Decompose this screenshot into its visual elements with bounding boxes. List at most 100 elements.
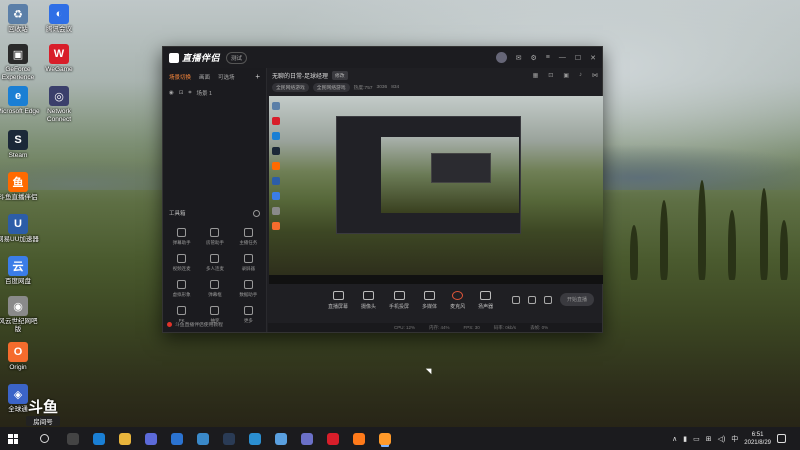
- source-control-button[interactable]: 摄像头: [361, 291, 376, 310]
- desktop-app-icon: ◎: [49, 86, 69, 106]
- live-companion-window[interactable]: 直播伴侣 测试 ✉ ⚙ ≡ — ☐ ✕ 场景切换 画面 可选场 + ◉ ⊡ ⌗ …: [162, 46, 603, 333]
- room-id-value: 3036: [376, 85, 388, 90]
- taskbar-dell-icon[interactable]: [197, 432, 209, 445]
- taskbar-uu-booster-icon[interactable]: [275, 432, 287, 445]
- user-avatar[interactable]: [495, 52, 507, 63]
- settings-icon[interactable]: ⚙: [530, 54, 536, 62]
- desktop-icon[interactable]: ◉ 风云世纪网吧版: [0, 296, 40, 334]
- desktop-icon[interactable]: W WeGame: [37, 44, 81, 74]
- source-control-button[interactable]: 手机投屏: [389, 291, 409, 310]
- live-controls: 开始直播: [511, 293, 594, 306]
- category-chip[interactable]: 全民网络游戏: [272, 83, 309, 92]
- desktop-icon[interactable]: S Steam: [0, 130, 40, 160]
- tab-optional[interactable]: 可选场: [218, 73, 235, 81]
- desktop-icon[interactable]: ▣ GeForce Experience: [0, 44, 40, 82]
- source-control-button[interactable]: 扬声器: [478, 291, 493, 310]
- toolbox-item[interactable]: 更多: [232, 306, 265, 324]
- desktop-icon[interactable]: ♻ 回收站: [0, 4, 40, 34]
- display-icon[interactable]: ▭: [693, 435, 700, 443]
- toolbox-settings-icon[interactable]: [253, 209, 260, 217]
- source-control-button[interactable]: 多媒体: [422, 291, 437, 310]
- layout-icon[interactable]: ▦: [533, 72, 539, 79]
- taskbar-douyu-live-icon[interactable]: [379, 432, 391, 445]
- scene-frame-icon: ⌗: [188, 89, 192, 96]
- taskbar-file-explorer-icon[interactable]: [119, 432, 131, 445]
- camera-small-icon[interactable]: [511, 295, 520, 304]
- taskbar-task-view-icon[interactable]: [67, 432, 79, 445]
- toolbox-item[interactable]: 数据助手: [232, 280, 265, 298]
- eye-icon[interactable]: ◉: [169, 90, 174, 96]
- toolbox-item[interactable]: 多人连麦: [198, 254, 231, 272]
- desktop-app-icon: 云: [8, 256, 28, 276]
- taskbar-edge-icon[interactable]: [93, 432, 105, 445]
- room-title[interactable]: 无聊的日常-足球经理: [272, 71, 328, 80]
- taskbar-steam-icon[interactable]: [223, 432, 235, 445]
- notification-icon[interactable]: [777, 434, 786, 443]
- close-button[interactable]: ✕: [590, 54, 596, 62]
- toolbox-item[interactable]: 录屏器: [232, 254, 265, 272]
- toolbox-item[interactable]: 虚拟形象: [165, 280, 198, 298]
- taskbar-network-connect-icon[interactable]: [301, 432, 313, 445]
- taskbar-douyu-icon[interactable]: [353, 432, 365, 445]
- taskbar-mail-icon[interactable]: [171, 432, 183, 445]
- desktop-icon[interactable]: 云百度网盘: [0, 256, 40, 286]
- version-pill[interactable]: 测试: [226, 51, 248, 64]
- lock-room-icon[interactable]: ⊡: [548, 72, 553, 79]
- desktop-icon[interactable]: ◎ Network Connect: [37, 86, 81, 124]
- toolbox-item[interactable]: 主播任务: [232, 228, 265, 246]
- desktop-icon[interactable]: ◐ 腾讯会议: [37, 4, 81, 34]
- toolbox-item[interactable]: 房管助手: [198, 228, 231, 246]
- desktop-icon[interactable]: O Origin: [0, 342, 40, 372]
- search-icon[interactable]: [40, 434, 49, 443]
- share-icon[interactable]: ⋈: [592, 72, 598, 79]
- start-live-button[interactable]: 开始直播: [559, 293, 594, 306]
- wallpaper-cypress-trees: [620, 170, 800, 280]
- toolbox-item[interactable]: 弹幕助手: [165, 228, 198, 246]
- tab-picture[interactable]: 画面: [199, 73, 210, 81]
- tool-label: 弹幕框: [208, 292, 222, 297]
- start-button[interactable]: [8, 433, 18, 444]
- filter-icon[interactable]: [527, 295, 536, 304]
- maximize-button[interactable]: ☐: [575, 54, 581, 62]
- toolbox-header: 工具箱: [169, 209, 260, 217]
- clock[interactable]: 6:51 2021/8/29: [744, 431, 771, 447]
- desktop-icon[interactable]: U 网易UU加速器: [0, 214, 40, 244]
- usb-icon[interactable]: ▮: [683, 435, 687, 443]
- source-control-button[interactable]: 麦克风: [450, 291, 465, 310]
- overlay-room-label: 房间号: [26, 416, 60, 426]
- status-item: 丢帧: 0%: [530, 324, 549, 330]
- minimize-button[interactable]: —: [559, 54, 566, 61]
- desktop-icon-label: 腾讯会议: [46, 26, 72, 33]
- menu-icon[interactable]: ≡: [546, 54, 550, 61]
- source-control-button[interactable]: 直播屏幕: [328, 291, 348, 310]
- skin-icon[interactable]: ✉: [516, 54, 522, 62]
- record-icon[interactable]: ▣: [563, 72, 569, 79]
- desktop-icon[interactable]: 鱼斗鱼直播伴侣: [0, 172, 40, 202]
- scene-item[interactable]: ◉ ⊡ ⌗ 场景 1: [163, 85, 266, 101]
- lock-icon[interactable]: ⊡: [179, 90, 184, 96]
- toolbox-item[interactable]: 弹幕框: [198, 280, 231, 298]
- system-tray: ∧ ▮ ▭ ⊞ ◁) 中 6:51 2021/8/29: [672, 431, 786, 447]
- desktop-app-icon: e: [8, 86, 28, 106]
- desktop-icon[interactable]: e Microsoft Edge: [0, 86, 40, 116]
- viewer-count: 834: [391, 85, 400, 90]
- taskbar-security-icon[interactable]: [249, 432, 261, 445]
- category-chip[interactable]: 全民网络游戏: [312, 83, 350, 92]
- tutorial-link[interactable]: 斗鱼直播伴侣使用教程: [167, 321, 223, 328]
- bell-icon[interactable]: ♪: [579, 72, 582, 79]
- window-titlebar[interactable]: 直播伴侣 测试 ✉ ⚙ ≡ — ☐ ✕: [163, 47, 602, 68]
- taskbar-wegame-icon[interactable]: [327, 432, 339, 445]
- desktop-icon-label: Origin: [9, 364, 27, 371]
- edit-title-tag[interactable]: 修改: [332, 71, 348, 80]
- taskbar-store-icon[interactable]: [145, 432, 157, 445]
- network-icon[interactable]: ⊞: [706, 435, 712, 443]
- tool-icon: [177, 306, 187, 315]
- toolbox-item[interactable]: 视频连麦: [165, 254, 198, 272]
- tab-scene-switch[interactable]: 场景切换: [169, 73, 191, 81]
- stream-preview[interactable]: [269, 96, 603, 284]
- volume-icon[interactable]: ◁): [718, 435, 726, 443]
- add-scene-button[interactable]: +: [255, 72, 260, 81]
- settings-small-icon[interactable]: [543, 295, 552, 304]
- ime-indicator[interactable]: 中: [731, 434, 738, 444]
- show-hidden-icons-icon[interactable]: ∧: [672, 435, 677, 443]
